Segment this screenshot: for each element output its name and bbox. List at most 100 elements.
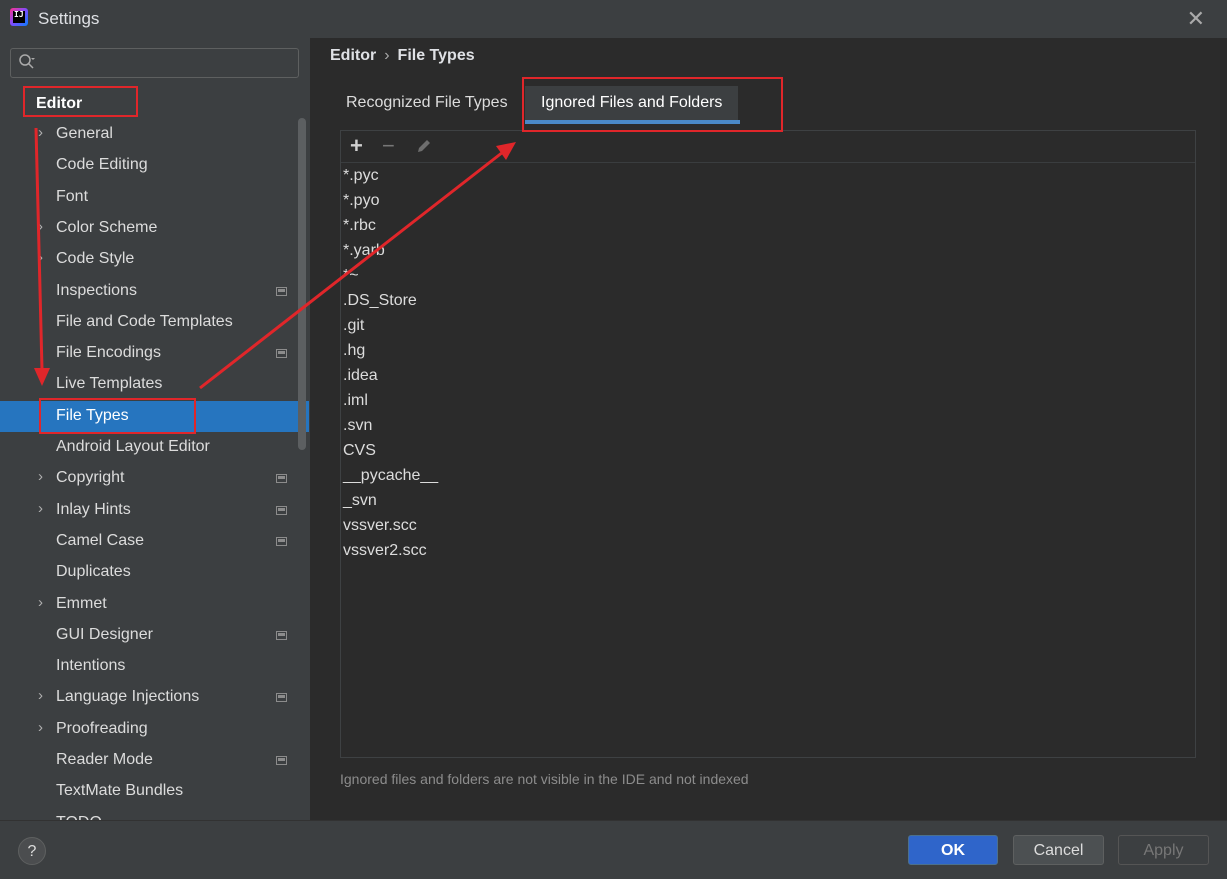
sidebar-item-gui-designer[interactable]: GUI Designer — [0, 620, 309, 651]
ignored-files-list: + − *.pyc *.pyo *.rbc *.yarb *~ .DS_Store .git… — [340, 130, 1196, 758]
sidebar-item-textmate-bundles[interactable]: TextMate Bundles — [0, 776, 309, 807]
list-item[interactable]: vssver2.scc — [343, 542, 427, 567]
sidebar-item-proofreading[interactable]: › Proofreading — [0, 714, 309, 745]
project-scope-icon — [276, 693, 287, 703]
sidebar-item-todo[interactable]: TODO — [0, 808, 309, 820]
sidebar-item-label: Proofreading — [56, 719, 148, 737]
sidebar-item-file-encodings[interactable]: File Encodings — [0, 338, 309, 369]
list-item[interactable]: .svn — [343, 417, 372, 442]
list-item[interactable]: *.rbc — [343, 217, 376, 242]
sidebar-item-label: Inspections — [56, 281, 137, 299]
sidebar-item-label: Color Scheme — [56, 218, 158, 236]
sidebar-item-duplicates[interactable]: Duplicates — [0, 557, 309, 588]
breadcrumb-separator: › — [384, 47, 390, 64]
settings-search-input[interactable] — [10, 48, 299, 78]
sidebar-item-copyright[interactable]: › Copyright — [0, 463, 309, 494]
intellij-app-icon: IJ — [10, 8, 28, 26]
sidebar-item-intentions[interactable]: Intentions — [0, 651, 309, 682]
sidebar-item-font[interactable]: Font — [0, 182, 309, 213]
list-item[interactable]: .DS_Store — [343, 292, 417, 317]
sidebar-item-android-layout-editor[interactable]: Android Layout Editor — [0, 432, 309, 463]
list-item[interactable]: .idea — [343, 367, 378, 392]
sidebar-item-general[interactable]: › General — [0, 119, 309, 150]
sidebar-item-label: Emmet — [56, 594, 107, 612]
list-item[interactable]: *.pyo — [343, 192, 379, 217]
sidebar-item-label: Duplicates — [56, 563, 131, 581]
list-item[interactable]: CVS — [343, 442, 376, 467]
project-scope-icon — [276, 630, 287, 640]
sidebar-item-file-and-code-templates[interactable]: File and Code Templates — [0, 307, 309, 338]
sidebar-item-label: Code Style — [56, 250, 135, 268]
title-bar: IJ Settings ✕ — [0, 0, 1227, 38]
sidebar-item-label: Copyright — [56, 469, 125, 487]
list-item[interactable]: .git — [343, 317, 364, 342]
sidebar-item-label: File and Code Templates — [56, 312, 233, 330]
list-item[interactable]: _svn — [343, 492, 377, 517]
chevron-right-icon[interactable]: › — [38, 124, 43, 141]
hint-text: Ignored files and folders are not visibl… — [340, 771, 749, 787]
window-title: Settings — [38, 9, 100, 28]
sidebar-item-color-scheme[interactable]: › Color Scheme — [0, 213, 309, 244]
sidebar-item-label: Android Layout Editor — [56, 438, 210, 455]
annotation-box-file-types — [39, 398, 196, 434]
sidebar-item-language-injections[interactable]: › Language Injections — [0, 682, 309, 713]
list-item[interactable]: __pycache__ — [343, 467, 438, 492]
sidebar-item-label: TextMate Bundles — [56, 782, 184, 800]
sidebar-item-inlay-hints[interactable]: › Inlay Hints — [0, 495, 309, 526]
cancel-button[interactable]: Cancel — [1013, 835, 1104, 865]
list-item[interactable]: vssver.scc — [343, 517, 417, 542]
search-icon[interactable] — [18, 53, 36, 71]
chevron-right-icon[interactable]: › — [38, 468, 43, 485]
list-item[interactable]: .hg — [343, 342, 365, 367]
sidebar-item-label: Intentions — [56, 657, 126, 675]
dialog-footer: ? OK Cancel Apply — [0, 820, 1227, 879]
sidebar-item-label: File Encodings — [56, 344, 161, 362]
pencil-icon[interactable] — [415, 137, 433, 155]
sidebar-item-label: Language Injections — [56, 688, 200, 706]
list-item[interactable]: *.yarb — [343, 242, 385, 267]
sidebar-item-label: Reader Mode — [56, 751, 153, 768]
sidebar-item-live-templates[interactable]: Live Templates — [0, 369, 309, 400]
list-item[interactable]: *.pyc — [343, 167, 379, 192]
add-icon[interactable]: + — [350, 134, 363, 158]
project-scope-icon — [276, 286, 287, 296]
sidebar-scrollbar[interactable] — [298, 118, 306, 450]
project-scope-icon — [276, 536, 287, 546]
sidebar-item-code-editing[interactable]: Code Editing — [0, 150, 309, 181]
tab-recognized-file-types[interactable]: Recognized File Types — [346, 94, 508, 112]
remove-icon[interactable]: − — [382, 134, 395, 158]
sidebar-item-camel-case[interactable]: Camel Case — [0, 526, 309, 557]
annotation-box-editor — [23, 86, 138, 117]
list-item[interactable]: *~ — [343, 267, 359, 292]
sidebar-item-label: Code Editing — [56, 156, 148, 174]
sidebar-item-label: Inlay Hints — [56, 500, 131, 518]
annotation-box-ignored-tab — [522, 77, 783, 132]
ok-button[interactable]: OK — [908, 835, 998, 865]
sidebar-item-code-style[interactable]: › Code Style — [0, 244, 309, 275]
breadcrumb-parent: Editor — [330, 47, 377, 64]
apply-button[interactable]: Apply — [1118, 835, 1209, 865]
sidebar-item-emmet[interactable]: › Emmet — [0, 589, 309, 620]
chevron-right-icon[interactable]: › — [38, 687, 43, 704]
list-item[interactable]: .iml — [343, 392, 368, 417]
sidebar-item-inspections[interactable]: Inspections — [0, 276, 309, 307]
chevron-right-icon[interactable]: › — [38, 719, 43, 736]
chevron-right-icon[interactable]: › — [38, 218, 43, 235]
close-icon[interactable]: ✕ — [1187, 6, 1205, 32]
project-scope-icon — [276, 756, 287, 765]
chevron-right-icon[interactable]: › — [38, 500, 43, 517]
project-scope-icon — [276, 349, 287, 359]
sidebar-item-label: General — [56, 125, 113, 142]
project-scope-icon — [276, 474, 287, 484]
sidebar-item-label: GUI Designer — [56, 625, 153, 643]
sidebar-item-label: Live Templates — [56, 375, 163, 393]
sidebar-item-label: Font — [56, 187, 89, 205]
sidebar-item-label: Camel Case — [56, 531, 145, 549]
breadcrumb: Editor › File Types — [330, 47, 475, 65]
breadcrumb-current: File Types — [397, 47, 475, 64]
chevron-right-icon[interactable]: › — [38, 594, 43, 611]
sidebar-item-reader-mode[interactable]: Reader Mode — [0, 745, 309, 776]
chevron-right-icon[interactable]: › — [38, 249, 43, 266]
help-button[interactable]: ? — [18, 837, 46, 865]
list-toolbar: + − — [341, 131, 1195, 163]
